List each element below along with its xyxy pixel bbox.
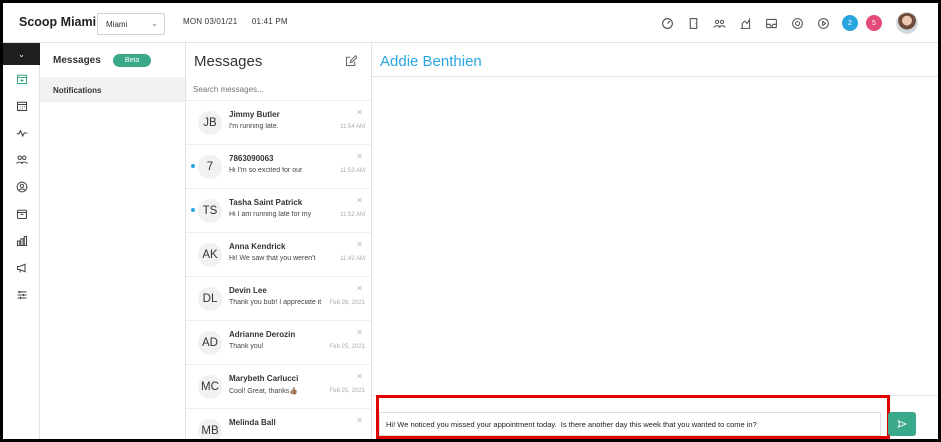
location-select[interactable]: Miami ⌄ [97,13,165,35]
conversation-item[interactable]: JB Jimmy Butler I'm running late. ✕ 11:5… [186,101,371,145]
message-timestamp: 11:42 AM [340,256,365,262]
search-input[interactable] [193,85,363,94]
chevron-down-icon: ⌄ [151,19,158,28]
contact-name: Devin Lee [229,286,267,295]
close-icon[interactable]: ✕ [356,108,363,117]
contact-name: Anna Kendrick [229,242,286,251]
pulse-icon[interactable] [3,119,40,146]
location-value: Miami [106,20,128,29]
chart-icon[interactable] [734,12,756,34]
subnav-title[interactable]: Messages [53,55,101,66]
message-preview: Thank you bub! I appreciate it [229,299,322,306]
highlight-box [376,395,890,439]
top-bar: Scoop Miami Miami ⌄ MON 03/01/21 01:41 P… [3,3,938,43]
conversation-item[interactable]: TS Tasha Saint Patrick Hi I am running l… [186,189,371,233]
contact-initials-avatar: 7 [198,155,222,179]
rail-toggle-chevron-icon[interactable]: ⌄ [3,43,40,65]
send-button[interactable] [888,412,916,436]
close-icon[interactable]: ✕ [356,284,363,293]
left-rail: ⌄ [3,43,40,439]
subnav-item-notifications[interactable]: Notifications [40,77,185,102]
contact-name: Tasha Saint Patrick [229,198,303,207]
add-calendar-icon[interactable] [3,65,40,92]
brand-name: Scoop Miami [19,15,97,29]
conversation-list: Messages JB Jimmy Butler I'm running lat… [186,43,372,439]
message-preview: Hi! We saw that you weren't [229,255,316,262]
box-icon[interactable] [3,200,40,227]
conversation-item[interactable]: MB Melinda Ball ✕ [186,409,371,439]
send-icon [897,420,907,428]
contact-initials-avatar: AD [198,331,222,355]
conversation-item[interactable]: AK Anna Kendrick Hi! We saw that you wer… [186,233,371,277]
message-preview: Hi I'm so excited for our [229,167,303,174]
contact-initials-avatar: TS [198,199,222,223]
contact-initials-avatar: MC [198,375,222,399]
contact-name: Jimmy Butler [229,110,280,119]
message-timestamp: 11:54 AM [340,124,365,130]
close-icon[interactable]: ✕ [356,372,363,381]
megaphone-icon[interactable] [3,254,40,281]
bar-chart-icon[interactable] [3,227,40,254]
contact-title[interactable]: Addie Benthien [380,53,482,70]
message-preview: Hi I am running late for my [229,211,312,218]
conversation-list-title: Messages [194,53,263,70]
contact-name: 7863090063 [229,154,274,163]
close-icon[interactable]: ✕ [356,328,363,337]
app-window: Scoop Miami Miami ⌄ MON 03/01/21 01:41 P… [0,0,941,442]
conversation-pane: Addie Benthien [372,43,938,439]
close-icon[interactable]: ✕ [356,152,363,161]
users-group-icon[interactable] [708,12,730,34]
contact-name: Melinda Ball [229,418,276,427]
users-icon[interactable] [3,146,40,173]
unread-dot-icon [191,164,195,168]
sliders-icon[interactable] [3,281,40,308]
beta-badge: Beta [112,53,152,67]
message-timestamp: 11:52 AM [340,212,365,218]
message-preview: I'm running late. [229,123,279,130]
current-date: MON 03/01/21 [183,17,238,26]
notification-badge-pink[interactable]: 5 [866,15,882,31]
dashboard-icon[interactable] [656,12,678,34]
conversation-header: Addie Benthien [372,43,938,77]
play-icon[interactable] [812,12,834,34]
conversation-list-header: Messages [186,43,371,77]
top-icon-group: 2 5 [652,11,918,35]
message-timestamp: 11:53 AM [340,168,365,174]
subnav-header: Messages Beta [40,43,185,77]
messages-subnav: Messages Beta Notifications [40,43,186,439]
help-icon[interactable] [786,12,808,34]
close-icon[interactable]: ✕ [356,196,363,205]
contact-initials-avatar: AK [198,243,222,267]
message-preview: Cool! Great, thanks👍🏽 [229,388,299,395]
conversation-item[interactable]: 7 7863090063 Hi I'm so excited for our ✕… [186,145,371,189]
contact-name: Adrianne Derozin [229,330,296,339]
message-timestamp: Feb 25, 2021 [329,344,365,350]
current-time: 01:41 PM [251,17,288,26]
message-preview: Thank you! [229,343,264,350]
conversation-item[interactable]: DL Devin Lee Thank you bub! I appreciate… [186,277,371,321]
close-icon[interactable]: ✕ [356,240,363,249]
door-icon[interactable] [682,12,704,34]
notification-badge-blue[interactable]: 2 [842,15,858,31]
contact-initials-avatar: JB [198,111,222,135]
inbox-icon[interactable] [760,12,782,34]
user-circle-icon[interactable] [3,173,40,200]
compose-icon[interactable] [345,54,358,67]
message-timestamp: Feb 25, 2021 [329,388,365,394]
contact-initials-avatar: DL [198,287,222,311]
message-timestamp: Feb 26, 2021 [329,300,365,306]
contact-name: Marybeth Carlucci [229,374,299,383]
search-box [186,77,371,101]
calendar-icon[interactable] [3,92,40,119]
date-time: MON 03/01/21 01:41 PM [183,17,288,26]
close-icon[interactable]: ✕ [356,416,363,425]
contact-initials-avatar: MB [198,419,222,439]
unread-dot-icon [191,208,195,212]
conversation-item[interactable]: AD Adrianne Derozin Thank you! ✕ Feb 25,… [186,321,371,365]
user-avatar[interactable] [896,12,918,34]
conversation-item[interactable]: MC Marybeth Carlucci Cool! Great, thanks… [186,365,371,409]
